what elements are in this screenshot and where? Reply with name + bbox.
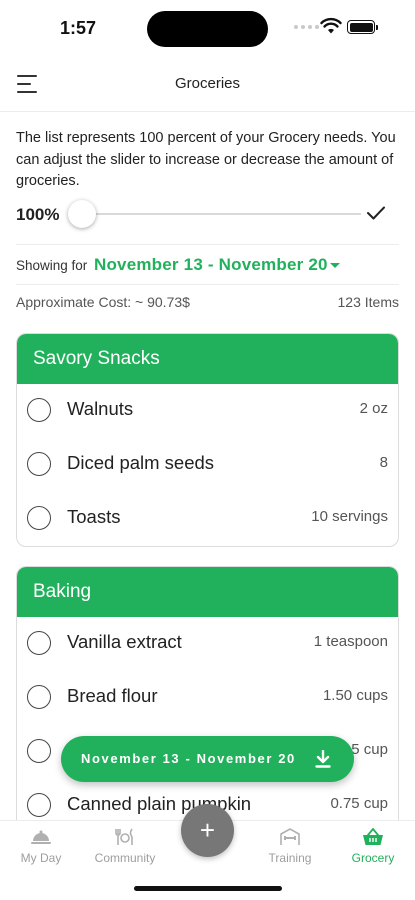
slider-track[interactable] xyxy=(86,213,361,215)
item-quantity: 8 xyxy=(379,454,388,471)
nav-label: My Day xyxy=(20,851,62,865)
category-header[interactable]: Baking xyxy=(17,567,398,617)
item-checkbox[interactable] xyxy=(27,739,51,763)
intro-text: The list represents 100 percent of your … xyxy=(16,130,396,189)
utensils-icon xyxy=(115,828,133,845)
item-checkbox[interactable] xyxy=(27,506,51,530)
home-indicator xyxy=(134,886,282,891)
wifi-icon xyxy=(320,17,342,34)
gym-icon xyxy=(280,828,300,845)
nav-label: Grocery xyxy=(351,851,395,865)
list-item[interactable]: Toasts 10 servings xyxy=(17,492,398,546)
app-header: Groceries xyxy=(0,56,415,112)
list-item[interactable]: Bread flour 1.50 cups xyxy=(17,671,398,725)
item-name: Toasts xyxy=(67,506,121,527)
category-card: Savory Snacks Walnuts 2 oz Diced palm se… xyxy=(16,333,399,547)
item-quantity: 2 oz xyxy=(359,400,388,417)
item-checkbox[interactable] xyxy=(27,398,51,422)
chevron-down-icon[interactable] xyxy=(330,263,340,268)
item-quantity: 1.50 cups xyxy=(322,687,388,704)
cloche-icon xyxy=(31,830,51,844)
signal-icon xyxy=(294,25,319,29)
items-count: 123 Items xyxy=(337,294,399,310)
week-pill-label: November 13 - November 20 xyxy=(81,751,296,766)
battery-icon xyxy=(347,20,378,34)
add-button[interactable]: + xyxy=(181,804,234,857)
download-icon xyxy=(315,750,331,768)
divider xyxy=(16,284,399,285)
nav-label: Community xyxy=(94,851,156,865)
summary-row: Approximate Cost: ~ 90.73$ 123 Items xyxy=(16,294,399,314)
amount-slider-row: 100% xyxy=(16,200,401,230)
status-bar: 1:57 xyxy=(0,0,415,56)
status-time: 1:57 xyxy=(60,18,97,38)
item-quantity: 5 cup xyxy=(351,741,388,758)
nav-label: Training xyxy=(268,851,312,865)
nav-community[interactable]: Community xyxy=(85,827,165,865)
list-item[interactable]: Vanilla extract 1 teaspoon xyxy=(17,617,398,671)
download-week-button[interactable]: November 13 - November 20 xyxy=(61,736,354,782)
list-item[interactable]: Walnuts 2 oz xyxy=(17,384,398,438)
list-item[interactable]: Diced palm seeds 8 xyxy=(17,438,398,492)
nav-training[interactable]: Training xyxy=(250,827,330,865)
item-checkbox[interactable] xyxy=(27,793,51,817)
showing-label: Showing for xyxy=(16,258,88,273)
approximate-cost: Approximate Cost: ~ 90.73$ xyxy=(16,294,190,310)
date-range-selector[interactable]: Showing for November 13 - November 20 xyxy=(16,255,401,279)
slider-percent-label: 100% xyxy=(16,205,60,224)
basket-icon xyxy=(363,828,383,845)
page-title: Groceries xyxy=(174,75,241,92)
date-range-value[interactable]: November 13 - November 20 xyxy=(94,255,328,275)
item-name: Walnuts xyxy=(67,398,134,419)
slider-thumb[interactable] xyxy=(68,200,96,228)
divider xyxy=(16,244,399,245)
category-header[interactable]: Savory Snacks xyxy=(17,334,398,384)
item-name: Diced palm seeds xyxy=(67,452,215,473)
nav-my-day[interactable]: My Day xyxy=(1,827,81,865)
item-checkbox[interactable] xyxy=(27,452,51,476)
item-quantity: 10 servings xyxy=(311,508,388,525)
item-quantity: 1 teaspoon xyxy=(313,633,388,650)
item-name: Bread flour xyxy=(67,685,158,706)
dynamic-island xyxy=(147,11,268,47)
item-name: Vanilla extract xyxy=(67,631,182,652)
item-checkbox[interactable] xyxy=(27,685,51,709)
item-checkbox[interactable] xyxy=(27,631,51,655)
check-icon[interactable] xyxy=(366,205,386,221)
nav-grocery[interactable]: Grocery xyxy=(333,827,413,865)
item-quantity: 0.75 cup xyxy=(330,795,388,812)
